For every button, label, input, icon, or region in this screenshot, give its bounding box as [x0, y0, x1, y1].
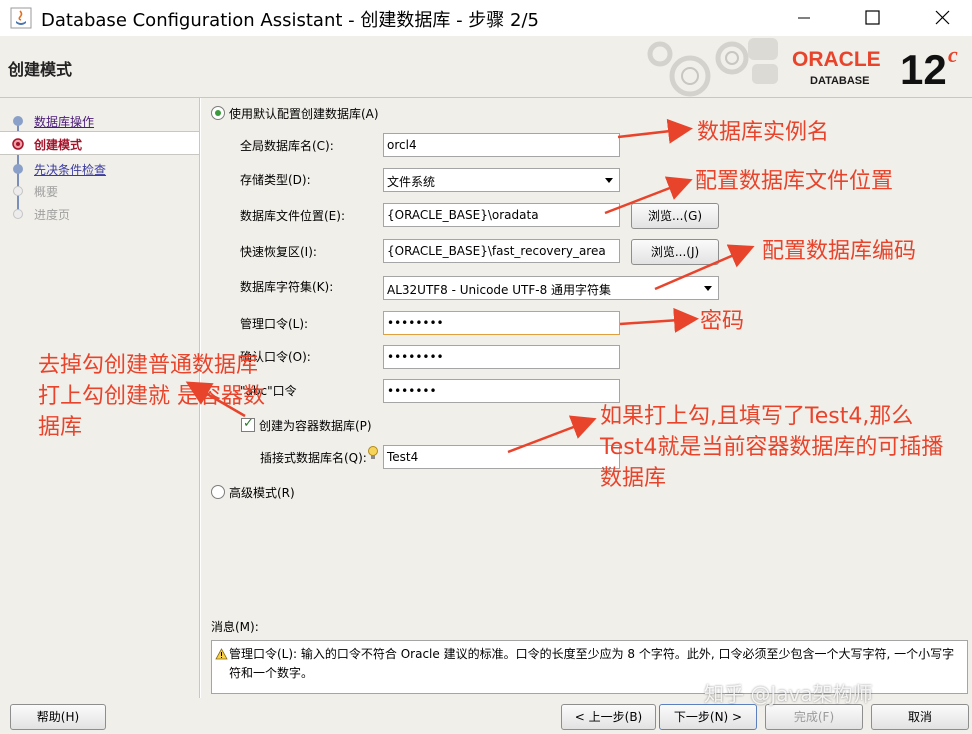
abc-password-input[interactable]: ••••••• — [383, 379, 620, 403]
logo-version-suffix: c — [948, 42, 958, 67]
step-done-icon — [13, 116, 23, 126]
step-pending-icon — [13, 164, 23, 174]
charset-select[interactable]: AL32UTF8 - Unicode UTF-8 通用字符集 — [383, 276, 719, 300]
step-disabled-icon — [13, 186, 23, 196]
default-mode-label: 使用默认配置创建数据库(A) — [229, 107, 379, 121]
back-button[interactable]: < 上一步(B) — [561, 704, 656, 730]
annotation-file-location: 配置数据库文件位置 — [695, 169, 894, 194]
default-mode-radio[interactable] — [211, 106, 225, 120]
java-app-icon — [10, 7, 32, 29]
charset-value: AL32UTF8 - Unicode UTF-8 通用字符集 — [387, 283, 612, 297]
watermark: 知乎 @Java架构师 — [704, 682, 873, 706]
sidebar-item-label: 进度页 — [34, 208, 71, 222]
window-titlebar: Database Configuration Assistant - 创建数据库… — [0, 0, 972, 36]
annotation-instance-name: 数据库实例名 — [697, 120, 830, 145]
messages-label: 消息(M): — [211, 620, 259, 634]
annotation-password: 密码 — [700, 309, 745, 334]
fast-recovery-label: 快速恢复区(I): — [240, 245, 317, 259]
browse-g-button[interactable]: 浏览...(G) — [631, 203, 719, 229]
admin-password-input[interactable]: •••••••• — [383, 311, 620, 335]
logo-brand: ORACLE — [792, 48, 881, 71]
confirm-password-input[interactable]: •••••••• — [383, 345, 620, 369]
storage-type-value: 文件系统 — [387, 175, 436, 189]
fast-recovery-input[interactable]: {ORACLE_BASE}\fast_recovery_area — [383, 239, 620, 263]
close-icon[interactable] — [920, 0, 966, 36]
chevron-down-icon — [704, 286, 712, 291]
global-db-name-label: 全局数据库名(C): — [240, 139, 334, 153]
logo-version: 12 c — [900, 42, 958, 90]
finish-button: 完成(F) — [765, 704, 863, 730]
page-title: 创建模式 — [8, 60, 73, 79]
logo-version-number: 12 — [900, 46, 947, 90]
storage-type-select[interactable]: 文件系统 — [383, 168, 620, 192]
step-disabled-icon — [13, 209, 23, 219]
minimize-icon[interactable] — [781, 0, 827, 36]
window-title: Database Configuration Assistant - 创建数据库… — [41, 10, 539, 31]
advanced-mode-radio[interactable] — [211, 485, 225, 499]
annotation-pluggable-note: 如果打上勾,且填写了Test4,那么Test4就是当前容器数据库的可插播数据库 — [600, 404, 944, 491]
sidebar-item-label: 数据库操作 — [34, 115, 95, 129]
annotation-container-note: 去掉勾创建普通数据库 打上勾创建就 是容器数据库 — [38, 353, 265, 440]
global-db-name-input[interactable]: orcl4 — [383, 133, 620, 157]
sidebar-item-label: 创建模式 — [34, 138, 83, 152]
maximize-icon[interactable] — [849, 0, 895, 36]
pluggable-db-label: 插接式数据库名(Q): — [260, 451, 367, 465]
logo-product: DATABASE — [810, 75, 869, 87]
storage-type-label: 存储类型(D): — [240, 173, 311, 187]
admin-password-label: 管理口令(L): — [240, 317, 309, 331]
gears-decoration-icon — [647, 38, 778, 97]
warning-icon — [215, 648, 228, 660]
cancel-button[interactable]: 取消 — [871, 704, 969, 730]
sidebar-item-database-operation[interactable]: 数据库操作 — [0, 109, 199, 133]
annotation-encoding: 配置数据库编码 — [762, 239, 917, 264]
browse-j-button[interactable]: 浏览...(J) — [631, 239, 719, 265]
sidebar-item-summary: 概要 — [0, 179, 199, 203]
advanced-mode-label: 高级模式(R) — [229, 486, 295, 500]
db-file-location-input[interactable]: {ORACLE_BASE}\oradata — [383, 203, 620, 227]
current-step-icon — [12, 138, 24, 150]
pluggable-db-input[interactable]: Test4 — [383, 445, 620, 469]
sidebar-item-creation-mode[interactable]: 创建模式 — [0, 131, 199, 155]
chevron-down-icon — [605, 178, 613, 183]
hint-bulb-icon — [368, 446, 378, 459]
sidebar-item-label: 先决条件检查 — [34, 163, 107, 177]
sidebar-item-progress: 进度页 — [0, 202, 199, 226]
help-button[interactable]: 帮助(H) — [10, 704, 106, 730]
charset-label: 数据库字符集(K): — [240, 280, 334, 294]
sidebar-item-label: 概要 — [34, 185, 59, 199]
oracle-logo: ORACLE DATABASE — [792, 48, 881, 87]
sidebar-item-prerequisite-check[interactable]: 先决条件检查 — [0, 157, 199, 181]
page-header: 创建模式 ORACLE DATABASE 12 c — [0, 36, 972, 98]
next-button[interactable]: 下一步(N) > — [659, 704, 757, 730]
db-file-location-label: 数据库文件位置(E): — [240, 209, 345, 223]
